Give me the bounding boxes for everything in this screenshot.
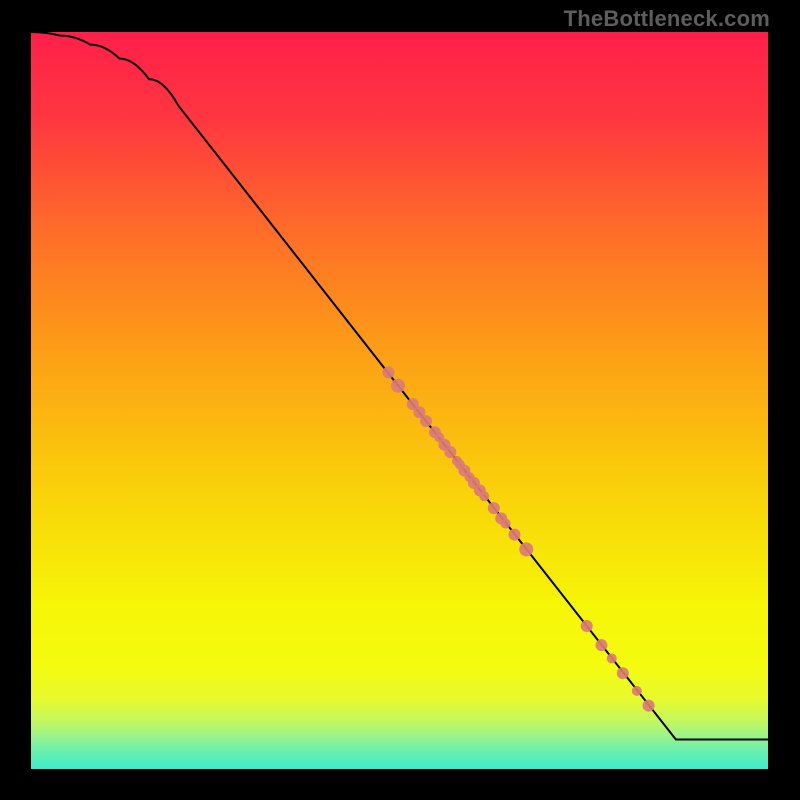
- marker-p-84: [643, 700, 655, 712]
- marker-p-61b: [479, 491, 489, 501]
- marker-p-48: [382, 366, 394, 378]
- marker-p-49: [391, 379, 405, 393]
- marker-p-66: [508, 529, 520, 541]
- chart-frame: TheBottleneck.com: [0, 0, 800, 800]
- marker-p-57: [444, 446, 456, 458]
- marker-p-64b: [501, 519, 511, 529]
- marker-p-53: [420, 415, 432, 427]
- marker-p-82: [632, 686, 642, 696]
- marker-group: [382, 366, 654, 711]
- watermark-label: TheBottleneck.com: [564, 6, 770, 32]
- marker-p-79: [607, 653, 617, 663]
- marker-p-75: [581, 620, 593, 632]
- chart-svg: [31, 32, 768, 769]
- marker-p-80: [617, 667, 629, 679]
- marker-p-67: [519, 542, 533, 556]
- plot-area: [31, 32, 768, 769]
- marker-p-77: [595, 639, 607, 651]
- marker-p-63: [488, 502, 500, 514]
